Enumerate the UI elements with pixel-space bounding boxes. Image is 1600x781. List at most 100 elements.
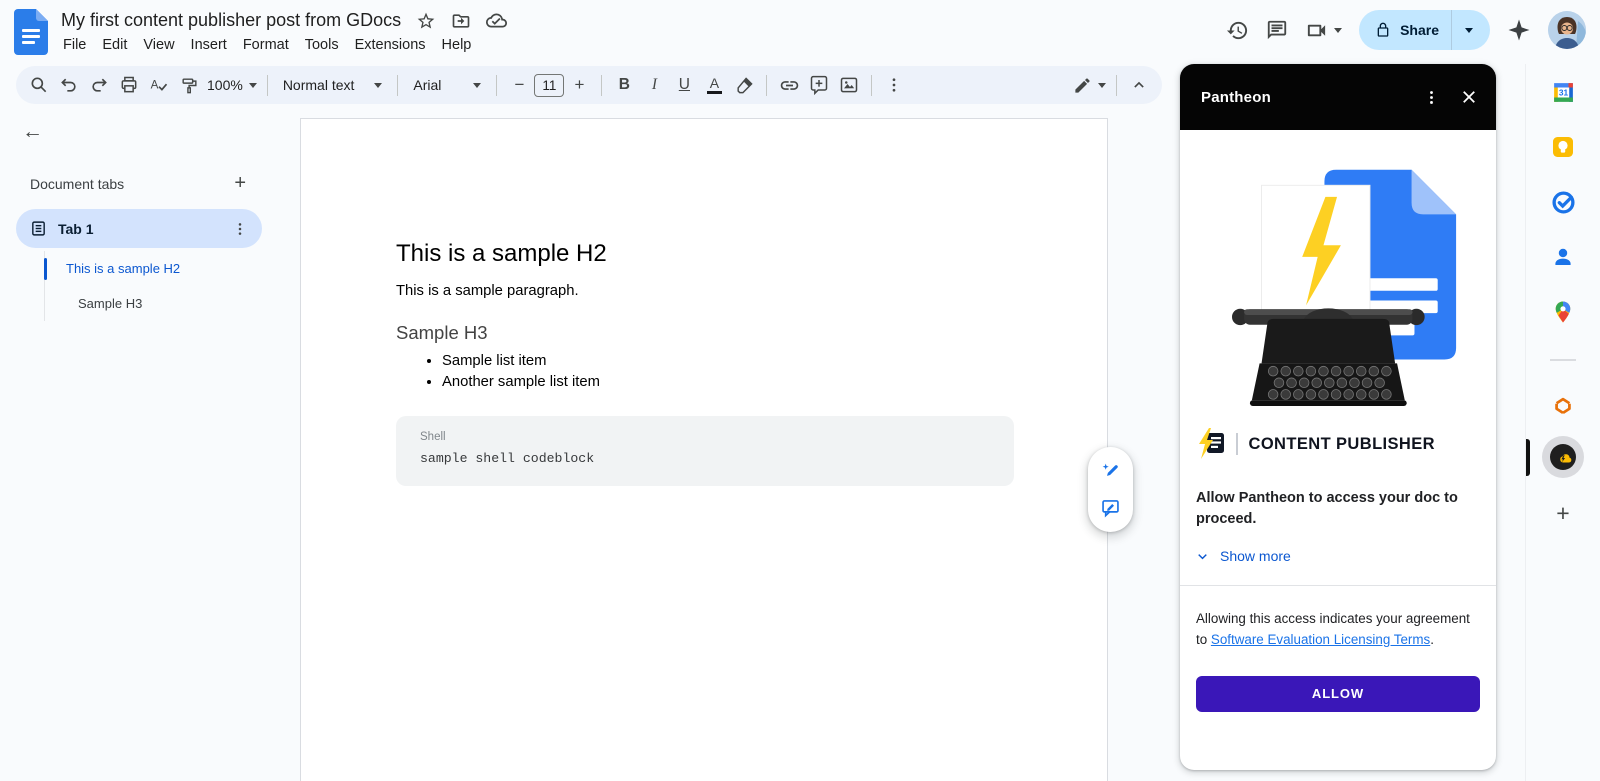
comment-pen-icon xyxy=(1100,497,1121,518)
document-outline: This is a sample H2 Sample H3 xyxy=(44,251,264,321)
highlight-color-icon[interactable] xyxy=(729,70,759,100)
more-toolbar-options-icon[interactable] xyxy=(879,70,909,100)
document-page[interactable]: This is a sample H2 This is a sample par… xyxy=(300,118,1108,781)
panel-divider xyxy=(1180,585,1496,586)
tab-label: Tab 1 xyxy=(58,221,94,237)
star-icon[interactable] xyxy=(416,11,436,31)
font-size-input[interactable]: 11 xyxy=(534,74,564,97)
panel-menu-icon[interactable] xyxy=(1423,89,1440,106)
document-tabs-title: Document tabs xyxy=(30,176,124,192)
redo-icon[interactable] xyxy=(84,70,114,100)
print-icon[interactable] xyxy=(114,70,144,100)
google-contacts-icon[interactable] xyxy=(1550,244,1576,270)
video-call-caret-icon[interactable] xyxy=(1334,28,1342,33)
google-maps-icon[interactable] xyxy=(1550,299,1576,325)
help-me-write-button[interactable] xyxy=(1100,461,1121,482)
underline-button[interactable]: U xyxy=(669,70,699,100)
panel-close-icon[interactable] xyxy=(1460,88,1478,106)
share-label: Share xyxy=(1400,22,1439,38)
google-keep-icon[interactable] xyxy=(1550,134,1576,160)
move-to-folder-icon[interactable] xyxy=(451,11,471,31)
licensing-terms-link[interactable]: Software Evaluation Licensing Terms xyxy=(1211,632,1430,647)
lock-icon xyxy=(1375,22,1391,38)
agreement-text: Allowing this access indicates your agre… xyxy=(1196,609,1484,650)
editing-mode-button[interactable] xyxy=(1070,70,1109,100)
pantheon-addon-icon[interactable] xyxy=(1542,436,1584,478)
doc-heading-h2[interactable]: This is a sample H2 xyxy=(396,240,1012,268)
share-menu-caret-icon[interactable] xyxy=(1452,28,1486,33)
logo-text: CONTENT PUBLISHER xyxy=(1249,435,1435,454)
show-more-link[interactable]: Show more xyxy=(1196,548,1480,564)
add-tab-button[interactable]: + xyxy=(234,172,246,195)
quick-actions-pill xyxy=(1088,447,1133,532)
account-avatar[interactable] xyxy=(1548,11,1586,49)
bold-button[interactable]: B xyxy=(609,70,639,100)
menu-item-insert[interactable]: Insert xyxy=(183,34,235,56)
code-language-label: Shell xyxy=(420,431,990,443)
document-title[interactable]: My first content publisher post from GDo… xyxy=(61,10,401,31)
chevron-down-icon xyxy=(1196,550,1209,563)
menu-item-view[interactable]: View xyxy=(135,34,182,56)
google-calendar-icon[interactable]: 31 xyxy=(1550,79,1576,105)
code-text[interactable]: sample shell codeblock xyxy=(420,451,990,466)
gemini-icon[interactable] xyxy=(1507,18,1531,42)
doc-bullet-list: Sample list item Another sample list ite… xyxy=(396,353,1012,390)
search-menus-icon[interactable] xyxy=(24,70,54,100)
pantheon-addon-panel: Pantheon xyxy=(1180,64,1496,770)
panel-title: Pantheon xyxy=(1201,89,1271,106)
doc-heading-h3[interactable]: Sample H3 xyxy=(396,322,1012,344)
tab-item-tab1[interactable]: Tab 1 xyxy=(16,209,262,248)
collapse-toolbar-icon[interactable] xyxy=(1124,70,1154,100)
typewriter-illustration xyxy=(1207,164,1469,406)
doc-bullet-item[interactable]: Another sample list item xyxy=(442,374,1012,390)
pen-icon xyxy=(1073,76,1092,95)
menu-item-edit[interactable]: Edit xyxy=(94,34,135,56)
logo-bolt-icon xyxy=(1198,428,1225,460)
zoom-select[interactable]: 100% xyxy=(204,70,260,100)
spellcheck-icon[interactable]: A xyxy=(144,70,174,100)
quick-comment-button[interactable] xyxy=(1100,497,1121,518)
panel-header: Pantheon xyxy=(1180,64,1496,130)
hide-outline-back-button[interactable]: ← xyxy=(22,120,50,144)
menu-item-file[interactable]: File xyxy=(55,34,94,56)
rail-divider xyxy=(1550,359,1576,361)
get-add-ons-button[interactable]: + xyxy=(1556,500,1569,527)
comments-icon[interactable] xyxy=(1266,19,1288,41)
share-button[interactable]: Share xyxy=(1359,10,1490,50)
google-tasks-icon[interactable] xyxy=(1550,189,1576,215)
cloud-saved-icon[interactable] xyxy=(486,10,507,31)
side-panel-rail: 31 + xyxy=(1525,64,1600,781)
undo-icon[interactable] xyxy=(54,70,84,100)
add-comment-icon[interactable] xyxy=(804,70,834,100)
decrease-font-size-button[interactable]: − xyxy=(504,70,534,100)
doc-bullet-item[interactable]: Sample list item xyxy=(442,353,1012,369)
doc-paragraph[interactable]: This is a sample paragraph. xyxy=(396,283,1012,299)
formatting-toolbar: A 100% Normal text Arial − 11 + B I U A xyxy=(16,66,1162,104)
tab-doc-icon xyxy=(30,220,47,237)
menu-item-help[interactable]: Help xyxy=(434,34,480,56)
italic-button[interactable]: I xyxy=(639,70,669,100)
outline-item-h2[interactable]: This is a sample H2 xyxy=(45,251,264,286)
doc-code-block[interactable]: Shell sample shell codeblock xyxy=(396,416,1014,486)
active-addon-indicator xyxy=(1526,439,1530,476)
text-color-button[interactable]: A xyxy=(699,70,729,100)
version-history-icon[interactable] xyxy=(1226,19,1249,42)
menu-item-format[interactable]: Format xyxy=(235,34,297,56)
allow-button[interactable]: ALLOW xyxy=(1196,676,1480,712)
addon-cube-icon[interactable] xyxy=(1550,393,1576,419)
menu-item-extensions[interactable]: Extensions xyxy=(347,34,434,56)
outline-item-h3[interactable]: Sample H3 xyxy=(45,286,264,321)
insert-link-icon[interactable] xyxy=(774,70,804,100)
paint-format-icon[interactable] xyxy=(174,70,204,100)
increase-font-size-button[interactable]: + xyxy=(564,70,594,100)
svg-text:A: A xyxy=(151,78,159,91)
video-call-button[interactable] xyxy=(1305,19,1342,42)
top-bar: My first content publisher post from GDo… xyxy=(0,0,1600,64)
font-select[interactable]: Arial xyxy=(405,70,489,100)
insert-image-icon[interactable] xyxy=(834,70,864,100)
tab-overflow-menu-icon[interactable] xyxy=(232,221,248,237)
paragraph-style-select[interactable]: Normal text xyxy=(275,70,391,100)
google-docs-logo-icon[interactable] xyxy=(14,9,48,55)
magic-pen-icon xyxy=(1100,461,1121,482)
menu-item-tools[interactable]: Tools xyxy=(297,34,347,56)
